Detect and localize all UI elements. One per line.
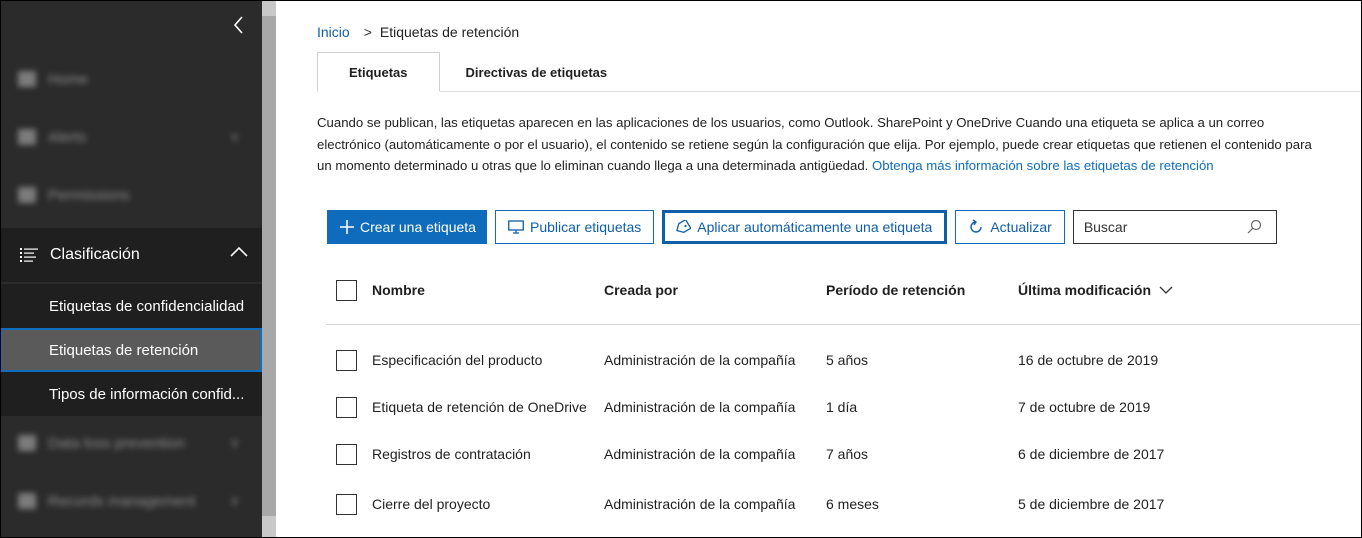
cell-created-by: Administración de la compañía bbox=[604, 496, 796, 512]
page-description: Cuando se publican, las etiquetas aparec… bbox=[317, 112, 1327, 177]
nav-item-label: Alerts bbox=[48, 128, 87, 146]
table-row[interactable]: Cierre del proyecto Administración de la… bbox=[326, 479, 1362, 529]
table-row[interactable]: Especificación del producto Administraci… bbox=[326, 335, 1362, 385]
nav-subitem-label: Tipos de información confid... bbox=[49, 385, 245, 403]
cell-retention: 5 años bbox=[826, 352, 869, 368]
cell-retention: 1 día bbox=[826, 399, 858, 415]
shield-icon bbox=[18, 435, 36, 451]
auto-apply-label-text: Aplicar automáticamente una etiqueta bbox=[697, 219, 933, 235]
create-label-text: Crear una etiqueta bbox=[360, 219, 476, 235]
select-all-checkbox[interactable] bbox=[336, 279, 357, 301]
nav-item-dlp[interactable]: Data loss prevention ∨ bbox=[18, 432, 258, 454]
breadcrumb-separator: > bbox=[363, 24, 372, 40]
main-content: Inicio > Etiquetas de retención Etiqueta… bbox=[276, 0, 1362, 538]
nav-item-label: Home bbox=[48, 70, 89, 88]
column-header-modified[interactable]: Última modificación bbox=[1018, 282, 1173, 298]
list-icon bbox=[20, 248, 38, 262]
column-header-retention[interactable]: Período de retención bbox=[826, 282, 965, 298]
cell-name: Etiqueta de retención de OneDrive bbox=[372, 399, 587, 415]
table-row[interactable]: Registros de contratación Administración… bbox=[326, 429, 1362, 479]
header-divider bbox=[326, 324, 1362, 325]
search-icon bbox=[1247, 219, 1261, 234]
row-checkbox[interactable] bbox=[336, 443, 357, 465]
alert-icon bbox=[18, 129, 36, 145]
chevron-left-icon bbox=[233, 16, 243, 34]
chevron-down-icon: ∨ bbox=[230, 435, 240, 450]
nav-item-permissions[interactable]: Permissions bbox=[18, 184, 130, 206]
table-row[interactable]: Etiqueta de retención de OneDrive Admini… bbox=[326, 385, 1362, 429]
tab-labels[interactable]: Etiquetas bbox=[317, 52, 440, 92]
nav-item-label: Permissions bbox=[48, 186, 130, 204]
nav-section-label: Clasificación bbox=[50, 246, 140, 263]
nav-subitem-sensitive-info-types[interactable]: Tipos de información confid... bbox=[0, 372, 262, 416]
create-label-button[interactable]: Crear una etiqueta bbox=[327, 210, 487, 244]
chevron-down-icon: ∨ bbox=[230, 493, 240, 508]
cell-modified: 5 de diciembre de 2017 bbox=[1018, 496, 1165, 512]
refresh-icon bbox=[968, 219, 984, 235]
row-checkbox[interactable] bbox=[336, 493, 357, 515]
cell-retention: 7 años bbox=[826, 446, 869, 462]
column-header-modified-label: Última modificación bbox=[1018, 282, 1152, 298]
nav-subitem-retention-labels[interactable]: Etiquetas de retención bbox=[0, 328, 262, 372]
toolbar: Crear una etiqueta Publicar etiquetas Ap… bbox=[327, 210, 1277, 244]
breadcrumb-current: Etiquetas de retención bbox=[379, 24, 520, 40]
sort-descending-icon bbox=[1159, 286, 1173, 295]
tag-icon bbox=[675, 220, 692, 234]
cell-modified: 16 de octubre de 2019 bbox=[1018, 352, 1159, 368]
cell-name: Cierre del proyecto bbox=[372, 496, 491, 512]
records-icon bbox=[18, 493, 36, 509]
cell-retention: 6 meses bbox=[826, 496, 879, 512]
breadcrumb-home-link[interactable]: Inicio bbox=[317, 24, 350, 40]
cell-name: Especificación del producto bbox=[372, 352, 543, 368]
cell-created-by: Administración de la compañía bbox=[604, 446, 796, 462]
cell-modified: 7 de octubre de 2019 bbox=[1018, 399, 1151, 415]
labels-table: Nombre Creada por Período de retención Ú… bbox=[326, 270, 1362, 529]
nav-item-home[interactable]: Home bbox=[18, 68, 88, 90]
auto-apply-label-button[interactable]: Aplicar automáticamente una etiqueta bbox=[662, 210, 948, 244]
refresh-button[interactable]: Actualizar bbox=[955, 210, 1065, 244]
column-header-created-by[interactable]: Creada por bbox=[604, 282, 678, 298]
learn-more-link[interactable]: Obtenga más información sobre las etique… bbox=[872, 158, 1214, 173]
key-icon bbox=[18, 187, 36, 203]
nav-item-alerts[interactable]: Alerts ∨ bbox=[18, 126, 258, 148]
home-icon bbox=[18, 71, 36, 87]
chevron-up-icon bbox=[230, 246, 248, 257]
collapse-nav-button[interactable] bbox=[229, 14, 249, 36]
left-nav: Home Alerts ∨ Permissions Clasificación … bbox=[0, 0, 262, 538]
search-box[interactable]: Buscar bbox=[1072, 210, 1277, 244]
nav-subitem-label: Etiquetas de retención bbox=[49, 341, 199, 359]
plus-icon bbox=[340, 220, 354, 234]
publish-labels-button[interactable]: Publicar etiquetas bbox=[495, 210, 655, 244]
publish-labels-text: Publicar etiquetas bbox=[530, 219, 642, 235]
publish-icon bbox=[508, 220, 524, 234]
tab-bar: Etiquetas Directivas de etiquetas bbox=[317, 52, 633, 92]
nav-item-label: Data loss prevention bbox=[48, 434, 185, 452]
nav-item-records[interactable]: Records management ∨ bbox=[18, 490, 258, 512]
breadcrumb: Inicio > Etiquetas de retención bbox=[317, 24, 519, 40]
nav-subitem-sensitivity-labels[interactable]: Etiquetas de confidencialidad bbox=[0, 284, 262, 328]
tab-label-policies[interactable]: Directivas de etiquetas bbox=[440, 52, 634, 92]
column-header-name[interactable]: Nombre bbox=[372, 282, 425, 298]
cell-name: Registros de contratación bbox=[372, 446, 531, 462]
row-checkbox[interactable] bbox=[336, 396, 357, 418]
chevron-down-icon: ∨ bbox=[230, 129, 240, 144]
cell-created-by: Administración de la compañía bbox=[604, 399, 796, 415]
nav-section-classification[interactable]: Clasificación bbox=[0, 228, 262, 282]
row-checkbox[interactable] bbox=[336, 349, 357, 371]
sidebar-scrollbar-thumb[interactable] bbox=[262, 16, 276, 516]
cell-modified: 6 de diciembre de 2017 bbox=[1018, 446, 1165, 462]
nav-subitem-label: Etiquetas de confidencialidad bbox=[49, 297, 245, 315]
refresh-text: Actualizar bbox=[990, 219, 1052, 235]
cell-created-by: Administración de la compañía bbox=[604, 352, 796, 368]
search-placeholder: Buscar bbox=[1083, 219, 1128, 235]
table-header: Nombre Creada por Período de retención Ú… bbox=[326, 270, 1362, 310]
nav-item-label: Records management bbox=[48, 492, 196, 510]
